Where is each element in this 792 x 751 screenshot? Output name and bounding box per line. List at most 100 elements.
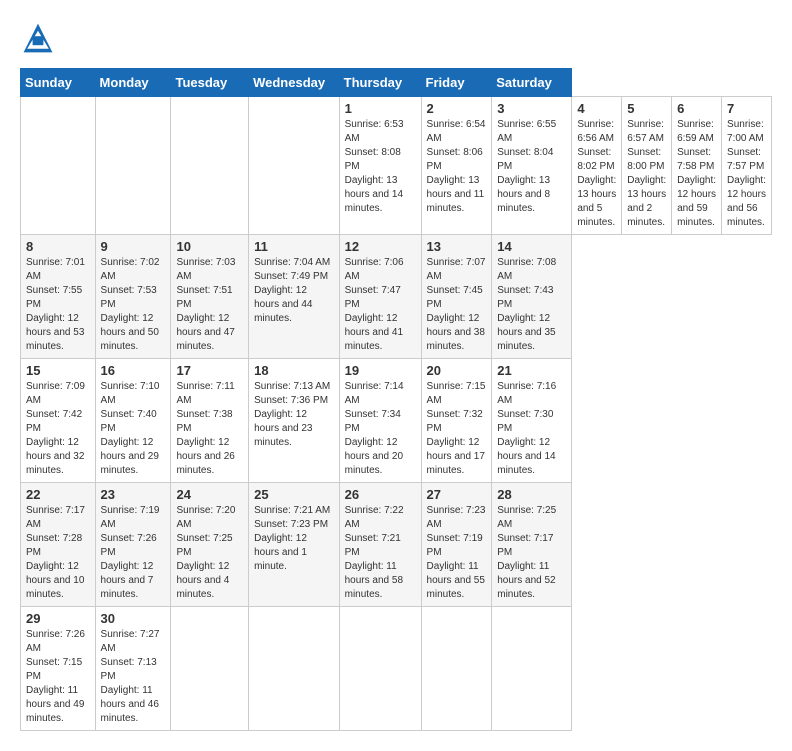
day-info: Sunrise: 7:15 AM Sunset: 7:32 PM Dayligh… [427,380,487,478]
day-number: 26 [345,487,416,502]
day-number: 22 [26,487,90,502]
day-number: 8 [26,239,90,254]
calendar-cell: 9 Sunrise: 7:02 AM Sunset: 7:53 PM Dayli… [95,235,171,359]
day-number: 29 [26,611,90,626]
calendar-cell: 22 Sunrise: 7:17 AM Sunset: 7:28 PM Dayl… [21,483,96,607]
day-info: Sunrise: 6:56 AM Sunset: 8:02 PM Dayligh… [577,118,616,230]
day-info: Sunrise: 7:03 AM Sunset: 7:51 PM Dayligh… [176,256,243,354]
calendar-cell: 1 Sunrise: 6:53 AM Sunset: 8:08 PM Dayli… [339,97,421,235]
day-info: Sunrise: 6:55 AM Sunset: 8:04 PM Dayligh… [497,118,566,216]
day-number: 19 [345,363,416,378]
logo-icon [20,20,56,56]
day-info: Sunrise: 7:04 AM Sunset: 7:49 PM Dayligh… [254,256,334,326]
day-number: 3 [497,101,566,116]
day-info: Sunrise: 7:19 AM Sunset: 7:26 PM Dayligh… [101,504,166,602]
day-number: 13 [427,239,487,254]
calendar-cell [249,607,340,731]
day-info: Sunrise: 7:11 AM Sunset: 7:38 PM Dayligh… [176,380,243,478]
calendar-cell: 15 Sunrise: 7:09 AM Sunset: 7:42 PM Dayl… [21,359,96,483]
calendar-cell: 25 Sunrise: 7:21 AM Sunset: 7:23 PM Dayl… [249,483,340,607]
calendar-cell: 27 Sunrise: 7:23 AM Sunset: 7:19 PM Dayl… [421,483,492,607]
day-number: 6 [677,101,716,116]
week-row-1: 1 Sunrise: 6:53 AM Sunset: 8:08 PM Dayli… [21,97,772,235]
day-info: Sunrise: 7:10 AM Sunset: 7:40 PM Dayligh… [101,380,166,478]
week-row-5: 29 Sunrise: 7:26 AM Sunset: 7:15 PM Dayl… [21,607,772,731]
calendar-cell: 17 Sunrise: 7:11 AM Sunset: 7:38 PM Dayl… [171,359,249,483]
calendar-cell: 3 Sunrise: 6:55 AM Sunset: 8:04 PM Dayli… [492,97,572,235]
calendar-cell: 28 Sunrise: 7:25 AM Sunset: 7:17 PM Dayl… [492,483,572,607]
day-number: 23 [101,487,166,502]
day-number: 16 [101,363,166,378]
calendar-cell: 5 Sunrise: 6:57 AM Sunset: 8:00 PM Dayli… [622,97,672,235]
day-info: Sunrise: 6:53 AM Sunset: 8:08 PM Dayligh… [345,118,416,216]
day-info: Sunrise: 7:06 AM Sunset: 7:47 PM Dayligh… [345,256,416,354]
logo [20,20,62,56]
day-info: Sunrise: 7:14 AM Sunset: 7:34 PM Dayligh… [345,380,416,478]
page-header [20,20,772,56]
day-info: Sunrise: 6:57 AM Sunset: 8:00 PM Dayligh… [627,118,666,230]
calendar-cell: 10 Sunrise: 7:03 AM Sunset: 7:51 PM Dayl… [171,235,249,359]
calendar-cell: 30 Sunrise: 7:27 AM Sunset: 7:13 PM Dayl… [95,607,171,731]
day-number: 4 [577,101,616,116]
calendar-cell: 8 Sunrise: 7:01 AM Sunset: 7:55 PM Dayli… [21,235,96,359]
calendar-cell: 7 Sunrise: 7:00 AM Sunset: 7:57 PM Dayli… [722,97,772,235]
day-info: Sunrise: 7:25 AM Sunset: 7:17 PM Dayligh… [497,504,566,602]
day-number: 12 [345,239,416,254]
calendar-cell: 12 Sunrise: 7:06 AM Sunset: 7:47 PM Dayl… [339,235,421,359]
day-number: 1 [345,101,416,116]
col-header-thursday: Thursday [339,69,421,97]
day-info: Sunrise: 7:20 AM Sunset: 7:25 PM Dayligh… [176,504,243,602]
col-header-wednesday: Wednesday [249,69,340,97]
day-info: Sunrise: 7:07 AM Sunset: 7:45 PM Dayligh… [427,256,487,354]
day-info: Sunrise: 7:01 AM Sunset: 7:55 PM Dayligh… [26,256,90,354]
calendar-header-row: SundayMondayTuesdayWednesdayThursdayFrid… [21,69,772,97]
day-number: 20 [427,363,487,378]
col-header-tuesday: Tuesday [171,69,249,97]
day-info: Sunrise: 7:08 AM Sunset: 7:43 PM Dayligh… [497,256,566,354]
calendar-cell: 2 Sunrise: 6:54 AM Sunset: 8:06 PM Dayli… [421,97,492,235]
day-info: Sunrise: 7:17 AM Sunset: 7:28 PM Dayligh… [26,504,90,602]
calendar-cell [171,607,249,731]
calendar-cell [21,97,96,235]
calendar-cell [421,607,492,731]
day-info: Sunrise: 7:27 AM Sunset: 7:13 PM Dayligh… [101,628,166,726]
day-number: 7 [727,101,766,116]
day-info: Sunrise: 7:21 AM Sunset: 7:23 PM Dayligh… [254,504,334,574]
calendar-cell: 18 Sunrise: 7:13 AM Sunset: 7:36 PM Dayl… [249,359,340,483]
day-number: 18 [254,363,334,378]
col-header-friday: Friday [421,69,492,97]
day-number: 28 [497,487,566,502]
day-number: 11 [254,239,334,254]
day-number: 24 [176,487,243,502]
day-info: Sunrise: 7:26 AM Sunset: 7:15 PM Dayligh… [26,628,90,726]
calendar-cell: 4 Sunrise: 6:56 AM Sunset: 8:02 PM Dayli… [572,97,622,235]
col-header-saturday: Saturday [492,69,572,97]
calendar-cell: 13 Sunrise: 7:07 AM Sunset: 7:45 PM Dayl… [421,235,492,359]
calendar-cell: 19 Sunrise: 7:14 AM Sunset: 7:34 PM Dayl… [339,359,421,483]
calendar-cell [249,97,340,235]
day-number: 17 [176,363,243,378]
calendar-cell [339,607,421,731]
week-row-3: 15 Sunrise: 7:09 AM Sunset: 7:42 PM Dayl… [21,359,772,483]
day-info: Sunrise: 6:54 AM Sunset: 8:06 PM Dayligh… [427,118,487,216]
calendar-cell: 16 Sunrise: 7:10 AM Sunset: 7:40 PM Dayl… [95,359,171,483]
day-number: 2 [427,101,487,116]
day-number: 9 [101,239,166,254]
day-info: Sunrise: 7:23 AM Sunset: 7:19 PM Dayligh… [427,504,487,602]
week-row-2: 8 Sunrise: 7:01 AM Sunset: 7:55 PM Dayli… [21,235,772,359]
day-info: Sunrise: 7:09 AM Sunset: 7:42 PM Dayligh… [26,380,90,478]
day-number: 5 [627,101,666,116]
calendar-cell: 6 Sunrise: 6:59 AM Sunset: 7:58 PM Dayli… [672,97,722,235]
day-info: Sunrise: 7:13 AM Sunset: 7:36 PM Dayligh… [254,380,334,450]
day-number: 10 [176,239,243,254]
day-number: 15 [26,363,90,378]
day-info: Sunrise: 7:16 AM Sunset: 7:30 PM Dayligh… [497,380,566,478]
day-info: Sunrise: 6:59 AM Sunset: 7:58 PM Dayligh… [677,118,716,230]
day-info: Sunrise: 7:02 AM Sunset: 7:53 PM Dayligh… [101,256,166,354]
calendar-cell [171,97,249,235]
calendar-cell: 24 Sunrise: 7:20 AM Sunset: 7:25 PM Dayl… [171,483,249,607]
day-number: 21 [497,363,566,378]
calendar-cell: 14 Sunrise: 7:08 AM Sunset: 7:43 PM Dayl… [492,235,572,359]
calendar-cell [95,97,171,235]
col-header-monday: Monday [95,69,171,97]
